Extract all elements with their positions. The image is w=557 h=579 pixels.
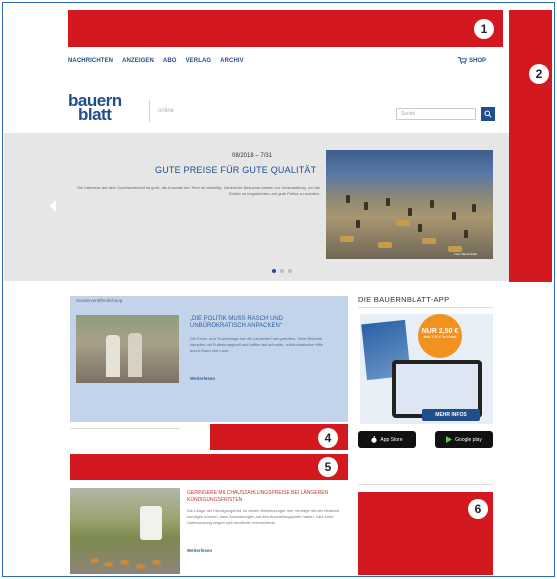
ad-number-6: 6 <box>468 499 488 519</box>
slider-dot[interactable] <box>288 269 292 273</box>
search-icon <box>484 110 492 118</box>
ad-slot-5[interactable]: 5 <box>70 454 348 480</box>
ad-number-4: 4 <box>318 428 338 448</box>
cart-icon <box>458 57 467 64</box>
main-nav: NACHRICHTEN ANZEIGEN ABO VERLAG ARCHIV <box>68 58 244 64</box>
logo-line-2: blatt <box>78 105 112 124</box>
ad-number-5: 5 <box>318 457 338 477</box>
news-title[interactable]: GERINGERE MILCHAUSZAHLUNGSPREISE BEI LÄN… <box>187 490 347 503</box>
divider <box>70 428 180 429</box>
shop-link[interactable]: SHOP <box>458 57 486 64</box>
slider-prev-arrow-icon[interactable] <box>50 200 56 212</box>
hero-date: 08/2018 – 7/31 <box>232 153 273 159</box>
promo-tag: Sonderveröffentlichung <box>76 298 123 303</box>
slider-dots <box>272 269 292 273</box>
site-logo[interactable]: bauern blatt <box>68 92 122 124</box>
apple-icon <box>371 436 377 443</box>
ad-slot-1[interactable]: 1 <box>68 10 503 47</box>
search-input[interactable]: Suche <box>396 108 476 120</box>
logo-divider <box>149 100 150 122</box>
nav-item-nachrichten[interactable]: NACHRICHTEN <box>68 58 113 64</box>
search-button[interactable] <box>481 107 495 121</box>
ad-number-2: 2 <box>529 64 549 84</box>
ad-slot-4[interactable]: 4 <box>210 424 348 450</box>
nav-item-archiv[interactable]: ARCHIV <box>220 58 244 64</box>
nav-item-anzeigen[interactable]: ANZEIGEN <box>122 58 154 64</box>
price-sub-label: statt 3,50 € im Monat <box>423 335 457 339</box>
hero-image[interactable] <box>326 150 493 259</box>
google-play-badge[interactable]: Google play <box>435 431 493 448</box>
more-info-button[interactable]: MEHR INFOS <box>422 409 480 421</box>
app-store-badge[interactable]: App Store <box>358 431 416 448</box>
news-read-more-link[interactable]: Weiterlesen <box>187 548 212 553</box>
promo-text: Die Ernte- und Trockenlage hat die Landw… <box>190 336 323 353</box>
divider <box>358 484 493 485</box>
ad-slot-2[interactable]: 2 <box>509 10 552 282</box>
slider-dot[interactable] <box>272 269 276 273</box>
hero-text: Die Interesse auf dem Zuchtwertmarkt ist… <box>77 185 320 196</box>
logo-subtitle: online <box>158 108 175 114</box>
divider <box>358 307 493 308</box>
ad-slot-6[interactable]: 6 <box>358 492 493 575</box>
promo-title[interactable]: „DIE POLITIK MUSS RASCH UND UNBÜROKRATIS… <box>190 316 330 330</box>
ad-number-1: 1 <box>474 19 494 39</box>
nav-item-verlag[interactable]: VERLAG <box>186 58 212 64</box>
hero-title[interactable]: GUTE PREISE FÜR GUTE QUALITÄT <box>155 165 316 175</box>
price-label: NUR 2,50 € <box>421 328 459 335</box>
nav-item-abo[interactable]: ABO <box>163 58 177 64</box>
news-text: Die Länge der Kündigungsfrist, zu denen … <box>187 508 340 525</box>
slider-dot[interactable] <box>280 269 284 273</box>
promo-image[interactable] <box>76 315 179 383</box>
app-store-label: App Store <box>380 436 403 443</box>
hero-image-caption: Foto: Bauernblatt <box>454 252 478 256</box>
news-image[interactable] <box>70 488 180 574</box>
person-figure <box>106 335 120 377</box>
google-play-label: Google play <box>455 436 482 443</box>
play-icon <box>446 436 453 443</box>
person-figure <box>128 333 142 377</box>
promo-read-more-link[interactable]: Weiterlesen <box>190 376 215 381</box>
shop-label: SHOP <box>469 57 487 64</box>
price-badge: NUR 2,50 € statt 3,50 € im Monat <box>418 314 462 358</box>
app-section-title: DIE BAUERNBLATT-APP <box>358 295 450 304</box>
milk-container <box>140 506 162 540</box>
